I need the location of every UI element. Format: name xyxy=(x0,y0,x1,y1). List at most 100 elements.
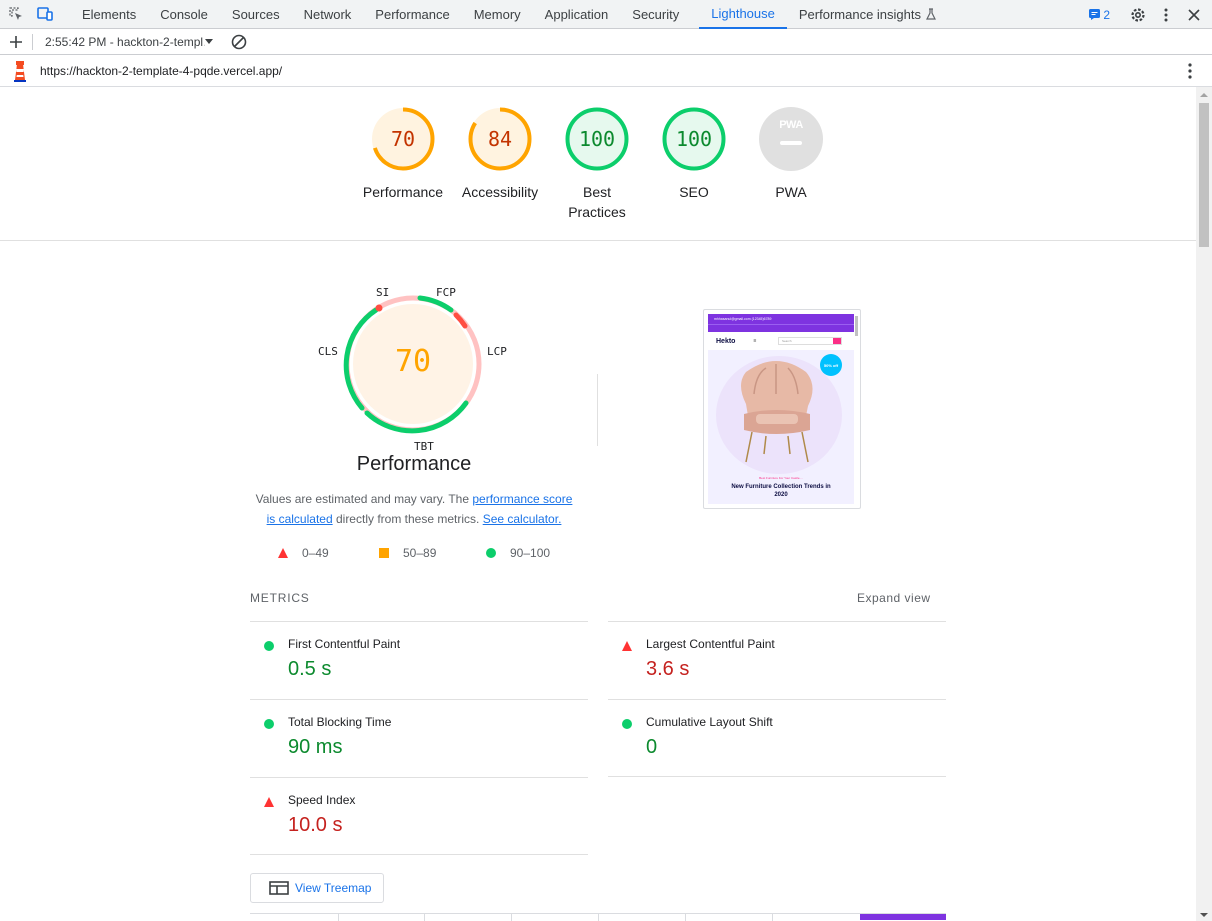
metric-largest-contentful-paint: Largest Contentful Paint 3.6 s xyxy=(608,621,946,699)
armchair-image xyxy=(741,361,813,463)
issues-count: 2 xyxy=(1103,7,1110,22)
scroll-down-arrow-icon[interactable] xyxy=(1196,909,1212,921)
final-screenshot[interactable]: mhhasanul@gmail.com (12345)6789 Hekto ≡ … xyxy=(703,309,861,509)
pass-circle-icon xyxy=(622,719,632,729)
performance-description: Values are estimated and may vary. The p… xyxy=(250,489,578,529)
screenshot-search: Search xyxy=(778,337,842,345)
gauge-accessibility[interactable]: 84 Accessibility xyxy=(452,106,548,202)
screenshot-header: Hekto ≡ Search xyxy=(708,332,854,350)
gauge-label: SEO xyxy=(679,184,709,200)
tab-elements[interactable]: Elements xyxy=(70,0,148,29)
performance-heading: Performance xyxy=(356,453,472,475)
gauge-ring: 70 xyxy=(370,106,436,172)
tab-security[interactable]: Security xyxy=(620,0,691,29)
filmstrip-divider xyxy=(511,914,512,921)
gauge-score: 100 xyxy=(675,127,713,151)
view-treemap-label: View Treemap xyxy=(295,881,372,895)
gauge-pwa[interactable]: PWA PWA xyxy=(743,106,839,202)
screenshot-search-placeholder: Search xyxy=(782,339,792,343)
fail-triangle-icon xyxy=(622,641,632,651)
pass-circle-icon xyxy=(486,548,496,558)
fail-triangle-icon xyxy=(278,548,288,558)
report-toolbar: 2:55:42 PM - hackton-2-templ… xyxy=(0,29,1212,55)
filmstrip-divider xyxy=(424,914,425,921)
filmstrip-divider xyxy=(772,914,773,921)
tab-network[interactable]: Network xyxy=(292,0,364,29)
clear-reports-icon[interactable] xyxy=(231,34,247,50)
report-selector[interactable]: 2:55:42 PM - hackton-2-templ… xyxy=(45,35,217,49)
tab-performance-insights[interactable]: Performance insights xyxy=(787,0,949,29)
vertical-divider xyxy=(597,374,598,446)
legend-label: 90–100 xyxy=(510,546,551,560)
average-square-icon xyxy=(379,548,389,558)
devtools-tabbar: Elements Console Sources Network Perform… xyxy=(0,0,1212,29)
metric-name: Speed Index xyxy=(288,793,356,807)
expand-view-button[interactable]: Expand view xyxy=(857,591,931,605)
scrollbar-thumb[interactable] xyxy=(1199,103,1209,247)
gauge-score: 70 xyxy=(390,127,416,151)
screenshot-headline: New Furniture Collection Trends in 2020 xyxy=(731,484,831,498)
screenshot-topbar: mhhasanul@gmail.com (12345)6789 xyxy=(708,314,854,324)
filmstrip-frame xyxy=(860,914,946,920)
metric-name: Total Blocking Time xyxy=(288,715,392,729)
more-options-icon[interactable] xyxy=(1152,0,1180,29)
screenshot-tagline: Best Furniture For Your Castle.... xyxy=(759,476,803,480)
tab-memory[interactable]: Memory xyxy=(462,0,533,29)
metrics-heading: METRICS xyxy=(250,591,310,605)
desc-text: Values are estimated and may vary. The xyxy=(255,492,473,506)
view-treemap-button[interactable]: View Treemap xyxy=(250,873,384,903)
tab-performance[interactable]: Performance xyxy=(363,0,461,29)
legend-label: 0–49 xyxy=(302,546,329,560)
gauge-best-practices[interactable]: 100 Best Practices xyxy=(549,106,645,222)
tab-label: Performance insights xyxy=(798,6,921,22)
metric-name: Largest Contentful Paint xyxy=(646,637,775,651)
lighthouse-report: 70 Performance 84 Accessibility 100 Best… xyxy=(0,87,1196,921)
performance-gauge-score: 70 xyxy=(394,344,432,379)
new-report-plus-icon[interactable] xyxy=(0,35,32,48)
gauge-performance[interactable]: 70 Performance xyxy=(355,106,451,202)
report-selector-value: 2:55:42 PM - hackton-2-templ… xyxy=(45,34,205,49)
tab-sources[interactable]: Sources xyxy=(220,0,292,29)
metric-value: 90 ms xyxy=(288,736,343,758)
device-toolbar-icon[interactable] xyxy=(30,0,58,29)
pass-circle-icon xyxy=(264,641,274,651)
search-icon xyxy=(833,338,841,344)
issues-badge[interactable]: 2 xyxy=(1089,8,1110,22)
filmstrip-divider xyxy=(598,914,599,921)
scroll-up-arrow-icon[interactable] xyxy=(1196,89,1212,101)
gauge-score: 100 xyxy=(578,127,616,151)
tab-lighthouse[interactable]: Lighthouse xyxy=(699,0,787,29)
close-icon[interactable] xyxy=(1180,0,1208,29)
pwa-badge-icon: PWA xyxy=(758,106,824,172)
metric-value: 10.0 s xyxy=(288,814,343,836)
segment-label-tbt: TBT xyxy=(414,440,434,453)
metric-first-contentful-paint: First Contentful Paint 0.5 s xyxy=(250,621,588,699)
metric-value: 0 xyxy=(646,736,658,758)
lighthouse-logo-icon xyxy=(0,60,40,82)
gauge-label: Accessibility xyxy=(461,184,539,200)
gauge-label: Performance xyxy=(362,184,444,200)
report-menu-icon[interactable] xyxy=(1188,63,1192,82)
gauge-label: PWA xyxy=(775,184,807,200)
legend-average: 50–89 xyxy=(379,546,436,560)
pwa-text: PWA xyxy=(779,119,803,131)
report-scrollbar[interactable] xyxy=(1196,87,1212,921)
gauge-seo[interactable]: 100 SEO xyxy=(646,106,742,202)
see-calculator-link[interactable]: See calculator. xyxy=(483,512,562,526)
gauge-ring: 100 xyxy=(661,106,727,172)
screenshot-navbar xyxy=(708,324,854,332)
report-url: https://hackton-2-template-4-pqde.vercel… xyxy=(40,63,283,78)
tab-application[interactable]: Application xyxy=(533,0,621,29)
inspect-element-icon[interactable] xyxy=(2,0,30,29)
metric-name: First Contentful Paint xyxy=(288,637,401,651)
treemap-icon xyxy=(269,881,289,895)
desc-text: directly from these metrics. xyxy=(332,512,483,526)
legend-pass: 90–100 xyxy=(486,546,550,560)
metric-total-blocking-time: Total Blocking Time 90 ms xyxy=(250,699,588,777)
filmstrip-divider xyxy=(685,914,686,921)
legend-fail: 0–49 xyxy=(278,546,329,560)
tab-console[interactable]: Console xyxy=(148,0,220,29)
metric-value: 3.6 s xyxy=(646,658,690,680)
settings-gear-icon[interactable] xyxy=(1124,0,1152,29)
gauge-ring: 100 xyxy=(564,106,630,172)
